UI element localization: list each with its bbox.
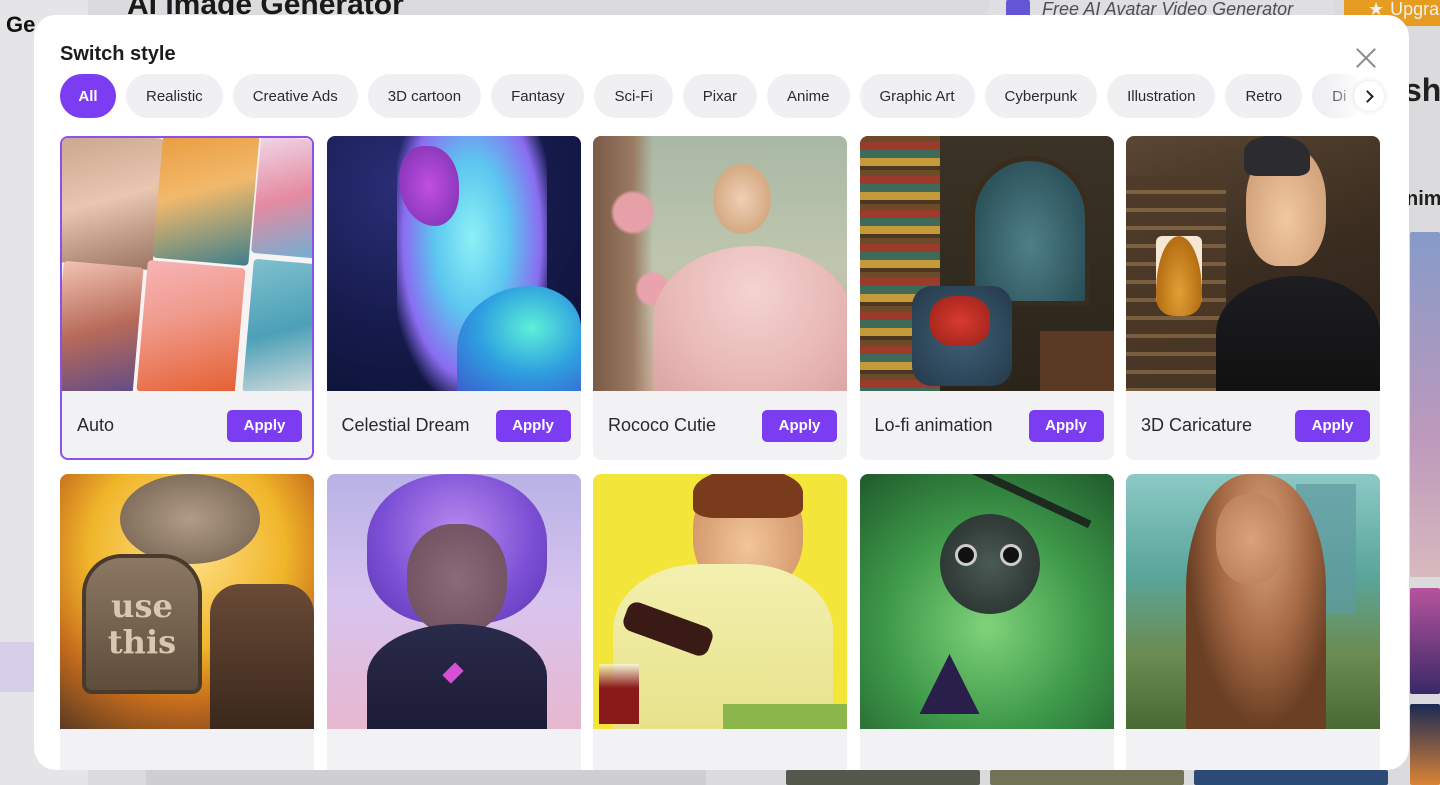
style-card-rococo-cutie[interactable]: Rococo Cutie Apply <box>593 136 847 460</box>
style-name: Lo-fi animation <box>874 415 993 435</box>
style-card-celestial-dream[interactable]: Celestial Dream Apply <box>326 136 581 460</box>
tab-cyberpunk[interactable]: Cyberpunk <box>984 74 1098 118</box>
style-card-footer <box>1126 729 1380 770</box>
style-card-6[interactable]: use this <box>60 474 314 770</box>
apply-button[interactable]: Apply <box>495 409 571 442</box>
style-card-footer <box>60 729 314 770</box>
style-card-10[interactable] <box>1126 474 1380 770</box>
switch-style-modal: Switch style All Realistic Creative Ads … <box>34 15 1409 770</box>
style-grid: Auto Apply Celestial Dream Apply Rococo … <box>60 136 1380 770</box>
style-tabs: All Realistic Creative Ads 3D cartoon Fa… <box>60 74 1383 118</box>
style-preview-image <box>859 136 1114 391</box>
tab-graphic-art[interactable]: Graphic Art <box>859 74 975 118</box>
style-preview-image <box>326 474 581 729</box>
tab-retro[interactable]: Retro <box>1225 74 1303 118</box>
chevron-right-icon[interactable] <box>1354 81 1384 111</box>
style-preview-image <box>859 474 1114 729</box>
style-name: Celestial Dream <box>341 415 470 435</box>
style-preview-image <box>62 138 312 391</box>
sign-text-line2: this <box>107 623 177 661</box>
style-card-footer <box>593 729 847 770</box>
tab-fantasy[interactable]: Fantasy <box>491 74 585 118</box>
apply-button[interactable]: Apply <box>1028 409 1104 442</box>
style-card-footer <box>327 729 581 770</box>
style-preview-image <box>326 136 581 391</box>
style-card-3d-caricature[interactable]: 3D Caricature Apply <box>1126 136 1380 460</box>
style-preview-image <box>593 136 847 391</box>
tab-all[interactable]: All <box>60 74 116 118</box>
style-card-footer: 3D Caricature Apply <box>1126 391 1380 460</box>
style-name: Auto <box>77 415 115 435</box>
style-name: Rococo Cutie <box>608 415 717 435</box>
style-preview-image: use this <box>60 474 314 729</box>
modal-title: Switch style <box>60 43 176 65</box>
style-card-9[interactable] <box>859 474 1114 770</box>
apply-button[interactable]: Apply <box>227 409 302 442</box>
style-preview-image <box>593 474 847 729</box>
apply-button[interactable]: Apply <box>1295 409 1370 442</box>
style-card-footer <box>860 729 1114 770</box>
style-preview-image <box>1126 136 1380 391</box>
style-card-footer: Lo-fi animation Apply <box>860 391 1114 460</box>
tab-sci-fi[interactable]: Sci-Fi <box>594 74 673 118</box>
style-card-footer: Celestial Dream Apply <box>327 391 581 460</box>
tab-illustration[interactable]: Illustration <box>1107 74 1216 118</box>
style-preview-image <box>1126 474 1380 729</box>
tab-anime[interactable]: Anime <box>766 74 850 118</box>
tab-pixar[interactable]: Pixar <box>682 74 757 118</box>
tab-3d-cartoon[interactable]: 3D cartoon <box>367 74 482 118</box>
style-card-lofi-animation[interactable]: Lo-fi animation Apply <box>859 136 1114 460</box>
style-card-footer: Rococo Cutie Apply <box>593 391 847 460</box>
apply-button[interactable]: Apply <box>762 409 837 442</box>
style-name: 3D Caricature <box>1141 415 1253 435</box>
style-card-auto[interactable]: Auto Apply <box>60 136 314 460</box>
tab-realistic[interactable]: Realistic <box>126 74 223 118</box>
tab-creative-ads[interactable]: Creative Ads <box>232 74 358 118</box>
style-card-7[interactable] <box>326 474 581 770</box>
sign-text-line1: use <box>111 587 173 625</box>
style-card-footer: Auto Apply <box>62 391 312 458</box>
close-icon[interactable] <box>1355 47 1377 69</box>
style-card-8[interactable] <box>593 474 847 770</box>
